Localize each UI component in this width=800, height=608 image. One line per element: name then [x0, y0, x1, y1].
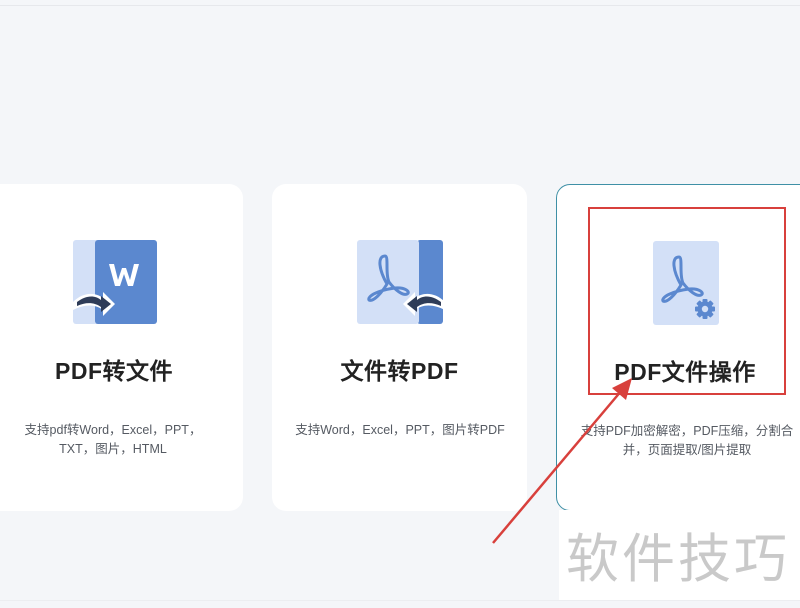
file-to-pdf-icon — [357, 240, 445, 324]
card-description: 支持Word，Excel，PPT，图片转PDF — [295, 423, 505, 437]
highlight-annotation-box — [588, 207, 786, 395]
footer-divider — [0, 600, 800, 601]
header-divider — [0, 5, 800, 6]
card-title: PDF转文件 — [55, 358, 173, 384]
pdf-to-word-icon — [73, 240, 157, 324]
watermark-text: 软件技巧 — [566, 529, 790, 590]
card-description: 支持PDF加密解密，PDF压缩，分割合并，页面提取/图片提取 — [580, 424, 794, 457]
file-to-pdf-card[interactable]: 文件转PDF 支持Word，Excel，PPT，图片转PDF — [272, 184, 527, 511]
pdf-to-file-card[interactable]: PDF转文件 支持pdf转Word，Excel，PPT，TXT，图片，HTML — [0, 184, 243, 511]
card-description: 支持pdf转Word，Excel，PPT，TXT，图片，HTML — [24, 423, 202, 456]
card-title: 文件转PDF — [340, 358, 459, 384]
